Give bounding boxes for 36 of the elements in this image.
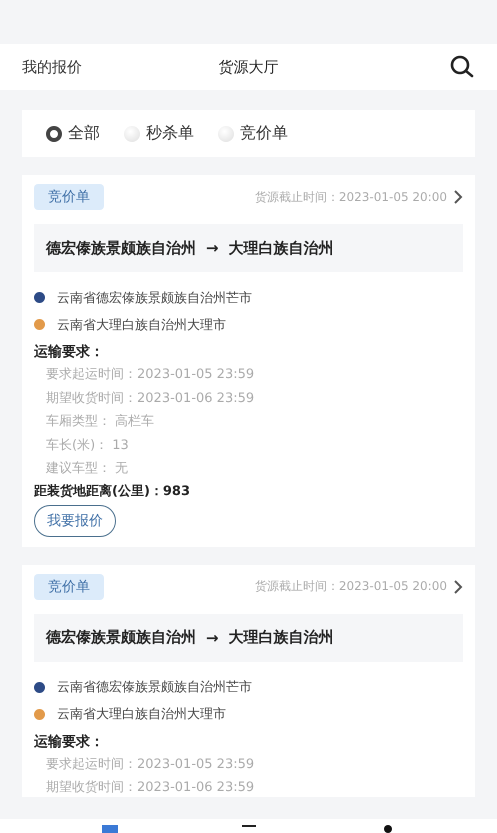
filter-label: 全部 (68, 123, 100, 144)
requirement-text: 建议车型： 无 (45, 460, 130, 478)
order-type-tag: 竞价单 (34, 574, 104, 600)
requirements-title: 运输要求： (34, 732, 105, 752)
chevron-right-icon[interactable] (453, 578, 463, 594)
order-type-tag: 竞价单 (34, 184, 104, 210)
filter-radio[interactable]: 秒杀单 (124, 123, 194, 144)
quote-button[interactable]: 我要报价 (34, 504, 116, 536)
filter-label: 竞价单 (240, 123, 288, 144)
origin-text: 德宏傣族景颇族自治州 (46, 628, 196, 647)
search-icon (449, 54, 475, 80)
destination-text: 大理白族自治州 (228, 238, 334, 258)
requirements-title: 运输要求： (34, 343, 105, 362)
requirement-text: 车厢类型： 高栏车 (45, 413, 156, 431)
filter-label: 秒杀单 (146, 123, 194, 144)
page-title: 货源大厅 (218, 58, 278, 76)
requirement-text: 要求起运时间：2023-01-05 23:59 (45, 756, 256, 774)
requirement-text: 期望收货时间：2023-01-06 23:59 (45, 390, 256, 408)
filter-radio[interactable]: 全部 (46, 123, 100, 144)
filter-radio[interactable]: 竞价单 (218, 123, 288, 144)
arrow-text: → (206, 239, 219, 257)
requirement-text: 期望收货时间：2023-01-06 23:59 (45, 779, 256, 797)
origin-text: 德宏傣族景颇族自治州 (46, 238, 196, 258)
deadline-text: 货源截止时间：2023-01-05 20:00 (254, 578, 447, 595)
requirement-text: 车长(米)： 13 (45, 436, 130, 454)
stop-address: 云南省德宏傣族景颇族自治州芒市 (57, 290, 252, 306)
stop-address: 云南省德宏傣族景颇族自治州芒市 (57, 679, 252, 696)
stop-address: 云南省大理白族自治州大理市 (57, 316, 226, 334)
destination-text: 大理白族自治州 (228, 628, 334, 647)
my-quotes-link[interactable]: 我的报价 (22, 58, 132, 76)
requirement-text: 要求起运时间：2023-01-05 23:59 (45, 366, 256, 384)
stop-address: 云南省大理白族自治州大理市 (57, 706, 226, 723)
arrow-text: → (206, 628, 219, 646)
chevron-right-icon[interactable] (453, 189, 463, 205)
deadline-text: 货源截止时间：2023-01-05 20:00 (254, 188, 447, 206)
distance-text: 距装货地距离(公里)：983 (34, 482, 192, 500)
